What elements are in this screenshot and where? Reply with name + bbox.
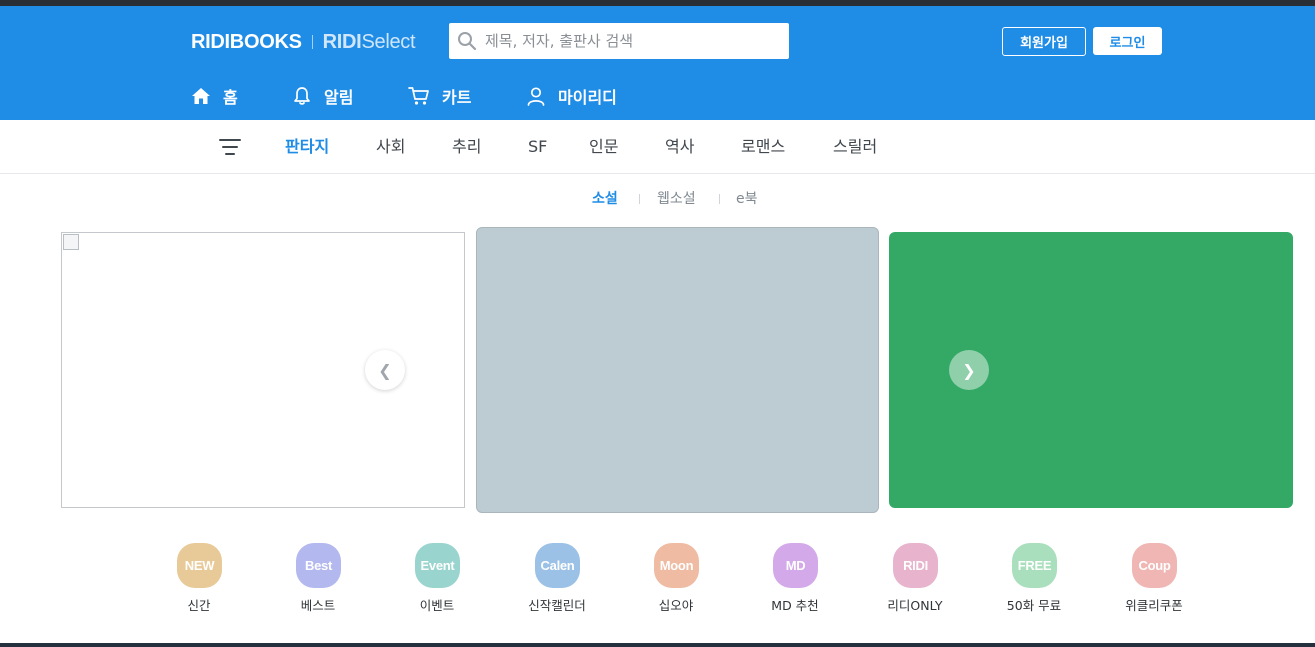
subtab-divider <box>639 194 640 204</box>
coupon-icon: Coup <box>1132 543 1177 588</box>
chevron-left-icon: ❮ <box>378 360 392 380</box>
gnb-notification-label: 알림 <box>324 88 354 107</box>
quick-menu-label: 십오야 <box>658 598 694 613</box>
header: RIDIBOOKS RIDISelect 회원가입 로그인 홈 알림 <box>0 6 1315 120</box>
genre-tab-sf[interactable]: SF <box>528 135 547 159</box>
subtab-divider <box>719 194 720 204</box>
gnb-myridi-label: 마이리디 <box>558 88 617 107</box>
md-icon: MD <box>773 543 818 588</box>
ridiselect-logo[interactable]: RIDISelect <box>323 31 416 54</box>
subtab-webnovel[interactable]: 웹소설 <box>657 187 696 211</box>
calendar-icon: Calen <box>535 543 580 588</box>
gnb-cart-label: 카트 <box>442 88 472 107</box>
ridi-icon: RIDI <box>893 543 938 588</box>
best-icon: Best <box>296 543 341 588</box>
quick-menu-label: MD 추천 <box>771 598 819 613</box>
quick-menu-label: 위클리쿠폰 <box>1125 598 1183 613</box>
quick-menu-best[interactable]: Best 베스트 <box>278 543 358 613</box>
gnb-cart[interactable]: 카트 <box>408 82 471 110</box>
free-icon: FREE <box>1012 543 1057 588</box>
genre-tab-mystery[interactable]: 추리 <box>452 135 481 159</box>
login-button[interactable]: 로그인 <box>1093 27 1162 55</box>
ridibooks-logo[interactable]: RIDIBOOKS <box>191 31 302 54</box>
event-icon: Event <box>415 543 460 588</box>
bell-icon <box>294 87 310 105</box>
banner-slide[interactable] <box>476 227 879 513</box>
quick-menu-coupon[interactable]: Coup 위클리쿠폰 <box>1114 543 1194 613</box>
quick-menu-label: 리디ONLY <box>887 598 943 613</box>
gnb-home[interactable]: 홈 <box>191 82 238 110</box>
quick-menu-label: 50화 무료 <box>1006 598 1062 613</box>
subtab-ebook[interactable]: e북 <box>736 187 758 211</box>
chevron-right-icon: ❯ <box>962 360 976 380</box>
sub-tabs: 소설 웹소설 e북 <box>0 187 1315 211</box>
genre-tab-history[interactable]: 역사 <box>665 135 694 159</box>
gnb-myridi[interactable]: 마이리디 <box>526 82 617 110</box>
signup-button[interactable]: 회원가입 <box>1002 27 1086 56</box>
user-icon <box>527 87 545 106</box>
genre-tab-romance[interactable]: 로맨스 <box>741 135 785 159</box>
quick-menu-label: 이벤트 <box>419 598 455 613</box>
carousel-prev-button[interactable]: ❮ <box>365 350 405 390</box>
quick-menu-ridi-only[interactable]: RIDI 리디ONLY <box>875 543 955 613</box>
global-nav: 홈 알림 카트 마이리디 <box>0 82 1315 110</box>
genre-tab-humanities[interactable]: 인문 <box>589 135 618 159</box>
genre-tab-thriller[interactable]: 스릴러 <box>833 135 877 159</box>
menu-icon[interactable] <box>219 139 241 156</box>
quick-menu-moon[interactable]: Moon 십오야 <box>636 543 716 613</box>
subtab-novel[interactable]: 소설 <box>592 187 618 211</box>
search-box[interactable] <box>449 23 789 59</box>
quick-menu-calendar[interactable]: Calen 신작캘린더 <box>517 543 597 613</box>
moon-icon: Moon <box>654 543 699 588</box>
genre-tab-society[interactable]: 사회 <box>376 135 405 159</box>
broken-image-icon <box>63 234 79 250</box>
genre-tab-fantasy[interactable]: 판타지 <box>285 135 329 159</box>
genre-bar: 판타지 사회 추리 SF 인문 역사 로맨스 스릴러 <box>0 120 1315 174</box>
quick-menu-new[interactable]: NEW 신간 <box>159 543 239 613</box>
new-icon: NEW <box>177 543 222 588</box>
search-icon <box>458 32 477 51</box>
quick-menu-label: 신작캘린더 <box>528 598 586 613</box>
cart-icon <box>408 87 429 105</box>
quick-menu-md[interactable]: MD MD 추천 <box>755 543 835 613</box>
ridiselect-logo-bold: RIDI <box>322 30 362 53</box>
logo-divider <box>311 35 313 49</box>
logo[interactable]: RIDIBOOKS RIDISelect <box>191 30 416 54</box>
carousel-next-button[interactable]: ❯ <box>949 350 989 390</box>
gnb-home-label: 홈 <box>223 88 238 107</box>
search-input[interactable] <box>485 32 775 50</box>
home-icon <box>192 88 210 104</box>
gnb-notification[interactable]: 알림 <box>292 82 353 110</box>
quick-menu-label: 베스트 <box>300 598 336 613</box>
ridiselect-logo-rest: Select <box>361 30 416 53</box>
quick-menu-free[interactable]: FREE 50화 무료 <box>994 543 1074 613</box>
quick-menu-event[interactable]: Event 이벤트 <box>397 543 477 613</box>
window-bottom-border <box>0 643 1315 647</box>
quick-menu-label: 신간 <box>187 598 211 613</box>
